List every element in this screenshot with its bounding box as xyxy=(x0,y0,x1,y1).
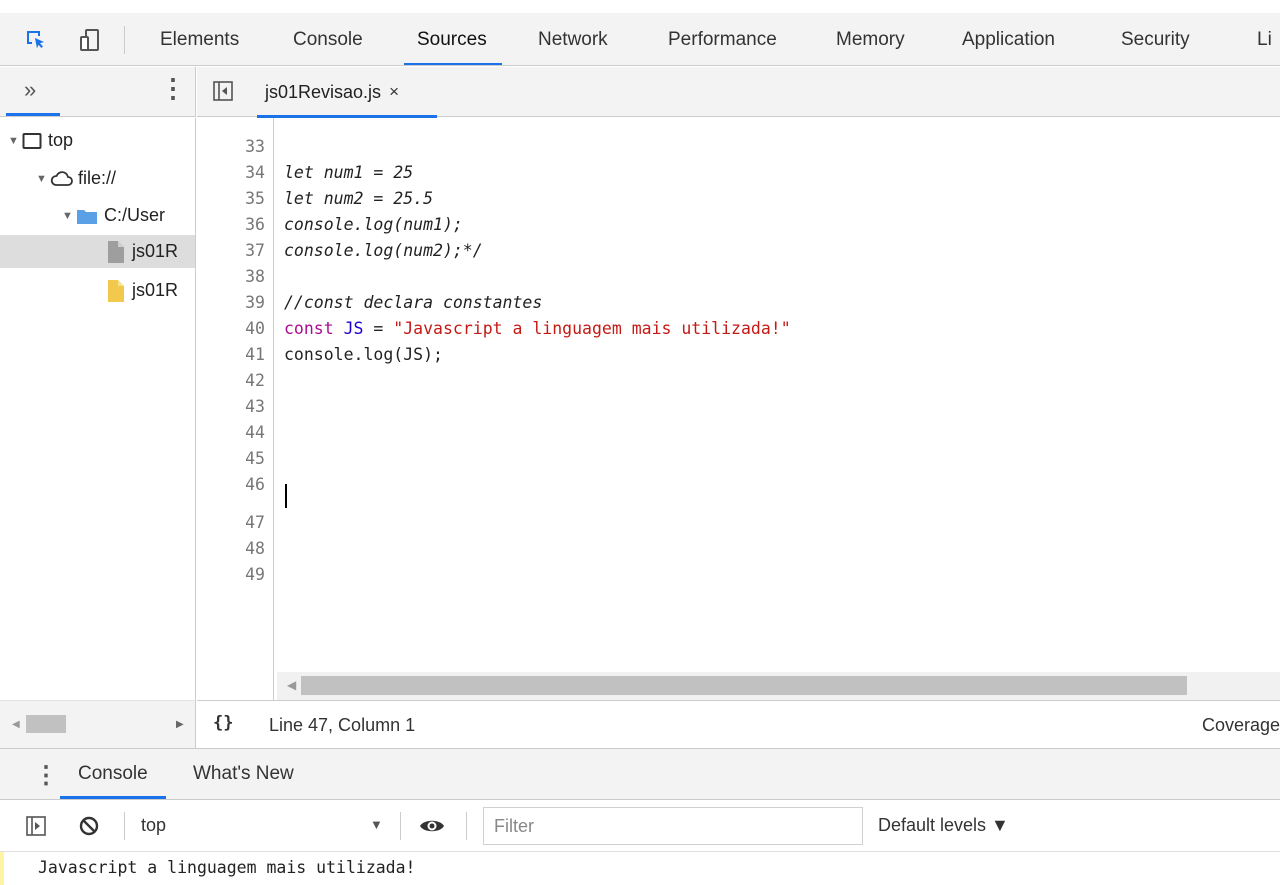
frame-icon xyxy=(22,132,42,150)
log-levels-dropdown[interactable]: Default levels ▼ xyxy=(878,815,1009,836)
live-expression-eye-icon[interactable] xyxy=(419,814,445,838)
navigator-tab-underline xyxy=(6,113,60,116)
cloud-icon xyxy=(50,170,74,188)
console-filter-input[interactable] xyxy=(483,807,863,845)
code-line: 43 xyxy=(197,368,1280,416)
tree-label-file: js01R xyxy=(132,280,179,300)
editor-status-bar: {} Line 47, Column 1 Coverage xyxy=(197,700,1280,748)
scroll-left-arrow-icon[interactable]: ◀ xyxy=(12,719,20,730)
close-tab-icon[interactable]: × xyxy=(389,82,399,102)
editor-tab-label: js01Revisao.js xyxy=(265,81,382,102)
editor-horizontal-scrollbar[interactable]: ◀ xyxy=(277,672,1280,700)
code-line: 38 //const declara constantes xyxy=(197,238,1280,312)
tree-item-top[interactable]: ▼ top xyxy=(0,124,195,157)
scroll-right-arrow-icon[interactable]: ▶ xyxy=(176,719,184,730)
expand-triangle-icon: ▼ xyxy=(36,172,47,185)
more-tabs-button[interactable]: » xyxy=(24,77,36,103)
tree-label-origin: file:// xyxy=(78,168,117,188)
code-line: 45 xyxy=(197,420,1280,468)
toolbar-separator xyxy=(466,812,467,840)
clear-console-icon[interactable] xyxy=(78,815,100,837)
code-line: 49 xyxy=(197,536,1280,584)
toolbar-separator xyxy=(400,812,401,840)
line-number: 49 xyxy=(245,565,265,584)
js-file-icon xyxy=(108,279,124,302)
show-sidebar-icon[interactable] xyxy=(26,816,46,836)
console-message-marker xyxy=(0,852,4,885)
tab-sources[interactable]: Sources xyxy=(404,14,502,65)
code-line: 40 console.log(JS); xyxy=(197,290,1280,364)
coverage-label: Coverage xyxy=(1201,715,1280,735)
tab-elements[interactable]: Elements xyxy=(157,14,242,65)
code-line: 42 xyxy=(197,342,1280,390)
device-toolbar-icon[interactable] xyxy=(76,14,104,65)
code-line: 37 xyxy=(197,212,1280,260)
code-line: 41 xyxy=(197,316,1280,364)
inspect-element-icon[interactable] xyxy=(22,14,50,65)
code-editor[interactable]: 33 let num1 = 25 34 let num2 = 25.5 35 c… xyxy=(197,118,1280,700)
context-selector[interactable]: top xyxy=(141,815,166,836)
scroll-left-arrow-icon[interactable]: ◀ xyxy=(287,678,296,692)
drawer-menu-icon[interactable]: ⋮ xyxy=(34,761,58,790)
context-dropdown-arrow-icon[interactable]: ▼ xyxy=(370,817,383,832)
code-line: 33 let num1 = 25 xyxy=(197,118,1280,182)
editor-tab-bar: js01Revisao.js × xyxy=(197,67,1280,118)
cursor-position: Line 47, Column 1 xyxy=(269,715,416,735)
tab-application[interactable]: Application xyxy=(959,14,1058,65)
tab-security[interactable]: Security xyxy=(1118,14,1193,65)
toggle-navigator-icon[interactable] xyxy=(213,81,233,101)
toolbar-separator xyxy=(124,812,125,840)
editor-tab-js01revisao[interactable]: js01Revisao.js × xyxy=(257,67,437,118)
window-top-strip xyxy=(0,0,1280,14)
expand-triangle-icon: ▼ xyxy=(8,134,19,147)
code-line: 36 console.log(num2);*/ xyxy=(197,186,1280,260)
scrollbar-thumb[interactable] xyxy=(301,676,1187,695)
tab-console[interactable]: Console xyxy=(290,14,366,65)
console-output: Javascript a linguagem mais utilizada! xyxy=(0,852,1280,885)
tab-network[interactable]: Network xyxy=(535,14,611,65)
navigator-menu-icon[interactable]: ⋮ xyxy=(160,75,186,101)
document-icon xyxy=(108,240,124,263)
code-line: 48 xyxy=(197,510,1280,558)
drawer-tab-whats-new[interactable]: What's New xyxy=(193,749,294,799)
file-navigator-tree: ▼ top ▼ file:// ▼ C:/User js01R js01R xyxy=(0,118,196,700)
tree-label-folder: C:/User xyxy=(104,205,166,225)
console-toolbar: top ▼ Default levels ▼ xyxy=(0,800,1280,852)
folder-icon xyxy=(76,207,98,225)
devtools-main-toolbar: Elements Console Sources Network Perform… xyxy=(0,14,1280,66)
tree-item-file-html[interactable]: js01R xyxy=(0,235,195,268)
console-log-message: Javascript a linguagem mais utilizada! xyxy=(38,858,416,877)
code-line: 47 xyxy=(197,484,1280,532)
tab-performance[interactable]: Performance xyxy=(665,14,780,65)
text-cursor xyxy=(285,484,287,508)
tab-memory[interactable]: Memory xyxy=(833,14,908,65)
code-line: 34 let num2 = 25.5 xyxy=(197,134,1280,208)
tree-label-file: js01R xyxy=(132,241,179,261)
drawer-tab-bar: ⋮ Console What's New xyxy=(0,748,1280,800)
code-line: 39 const JS = "Javascript a linguagem ma… xyxy=(197,264,1280,338)
pretty-print-button[interactable]: {} xyxy=(213,713,233,733)
expand-triangle-icon: ▼ xyxy=(62,209,73,222)
tree-label-top: top xyxy=(48,130,74,150)
tab-lighthouse-truncated[interactable]: Li xyxy=(1254,14,1275,65)
code-line: 46 xyxy=(197,446,1280,494)
navigator-header: » ⋮ xyxy=(0,67,196,117)
tree-item-file-js[interactable]: js01R xyxy=(0,274,195,307)
code-line: 35 console.log(num1); xyxy=(197,160,1280,234)
toolbar-separator xyxy=(124,26,125,54)
code-line: 44 xyxy=(197,394,1280,442)
tree-item-folder[interactable]: ▼ C:/User xyxy=(0,199,195,232)
drawer-tab-console[interactable]: Console xyxy=(60,749,166,799)
scrollbar-thumb[interactable] xyxy=(26,715,66,733)
navigator-scrollbar[interactable]: ◀ ▶ xyxy=(0,700,196,748)
tree-item-file-origin[interactable]: ▼ file:// xyxy=(0,162,195,195)
